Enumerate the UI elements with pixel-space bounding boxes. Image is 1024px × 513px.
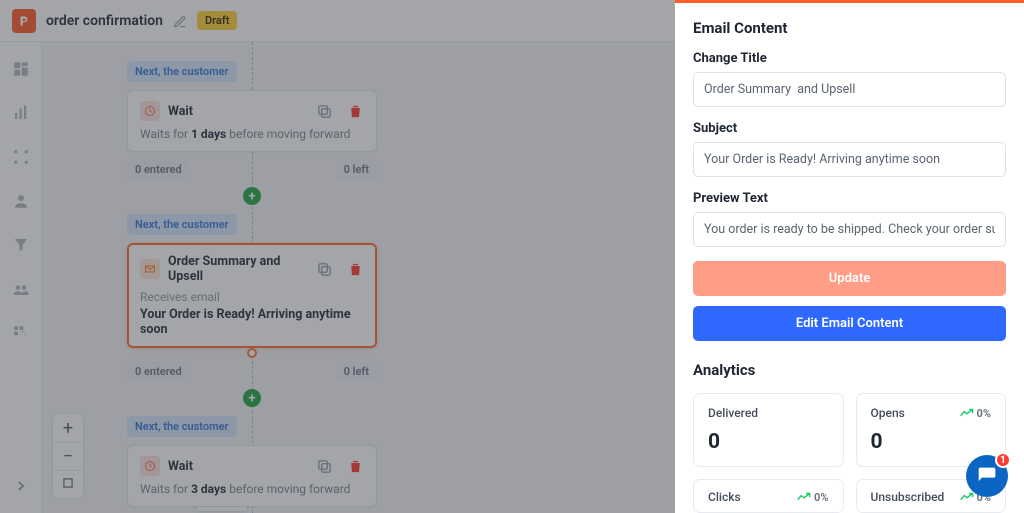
preview-text-label: Preview Text: [693, 191, 1006, 206]
update-button[interactable]: Update: [693, 261, 1006, 296]
email-content-panel: Email Content Change Title Subject Previ…: [675, 0, 1024, 513]
analytics-card-clicks: Clicks 0%: [693, 479, 844, 513]
analytics-label: Unsubscribed: [871, 490, 945, 504]
analytics-label: Opens: [871, 406, 905, 420]
chat-launcher[interactable]: 1: [966, 455, 1008, 497]
panel-heading: Email Content: [693, 19, 1006, 37]
change-title-input[interactable]: [693, 72, 1006, 107]
subject-input[interactable]: [693, 142, 1006, 177]
analytics-label: Delivered: [708, 406, 758, 420]
preview-text-input[interactable]: [693, 212, 1006, 247]
analytics-value: 0: [871, 430, 992, 454]
change-title-label: Change Title: [693, 51, 1006, 66]
analytics-label: Clicks: [708, 490, 741, 504]
trend-badge: 0%: [960, 407, 991, 420]
trend-badge: 0%: [797, 491, 828, 504]
analytics-heading: Analytics: [693, 361, 1006, 379]
subject-label: Subject: [693, 121, 1006, 136]
edit-email-content-button[interactable]: Edit Email Content: [693, 306, 1006, 341]
analytics-card-delivered: Delivered 0: [693, 393, 844, 467]
analytics-value: 0: [708, 430, 829, 454]
chat-unread-badge: 1: [995, 452, 1011, 468]
